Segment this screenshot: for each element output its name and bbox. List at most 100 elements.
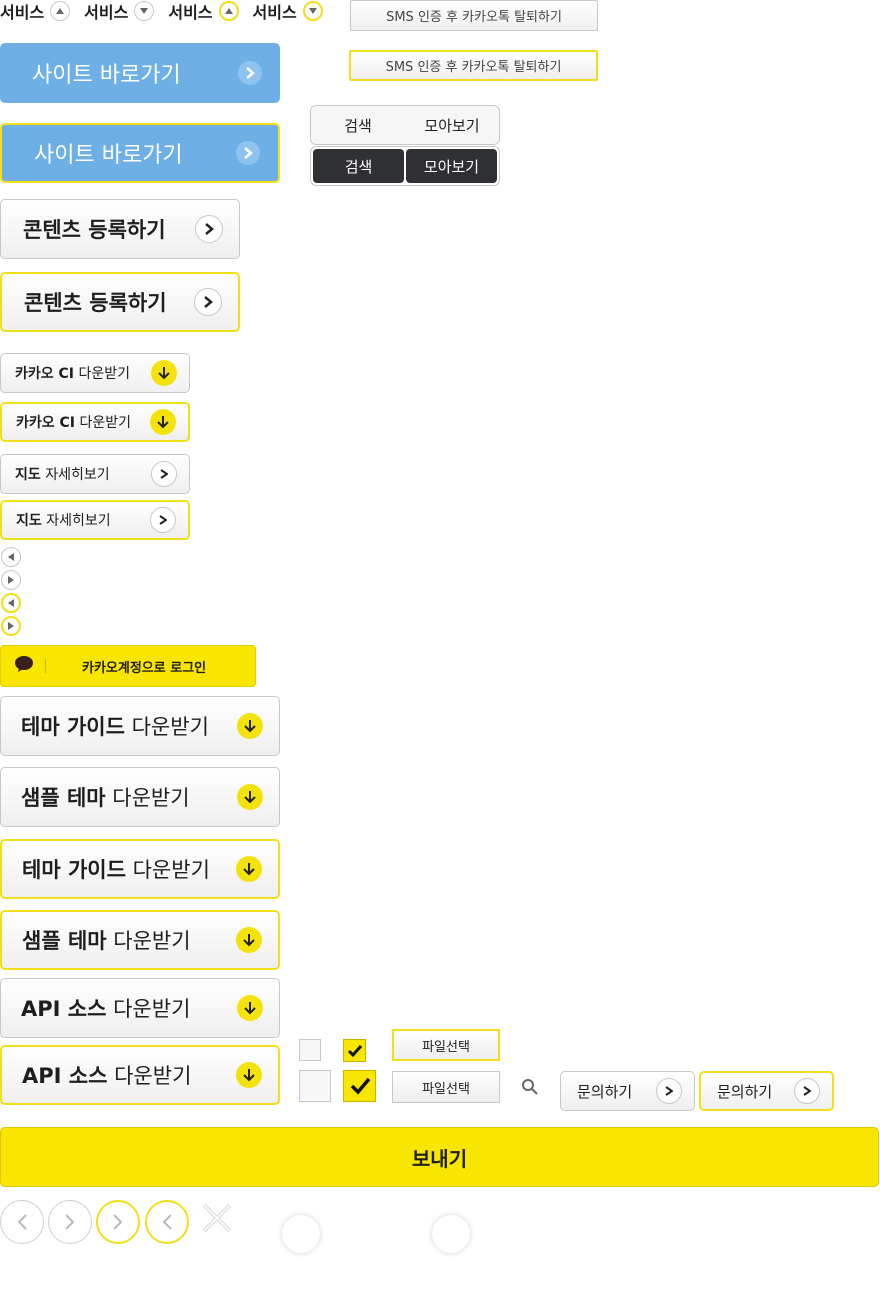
checkbox-checked-large[interactable] xyxy=(343,1070,376,1102)
caret-right-icon[interactable] xyxy=(1,570,21,590)
next-button[interactable] xyxy=(48,1200,92,1244)
label-bold: API 소스 xyxy=(22,1064,108,1088)
label-bold: API 소스 xyxy=(21,997,107,1021)
inquiry-button[interactable]: 문의하기 xyxy=(560,1071,695,1111)
caret-left-icon[interactable] xyxy=(1,593,21,613)
button-label: API 소스 다운받기 xyxy=(21,993,190,1023)
slider-knob[interactable] xyxy=(432,1215,470,1253)
tab-collect[interactable]: 모아보기 xyxy=(405,106,499,144)
service-label: 서비스 xyxy=(252,3,297,22)
tab-collect[interactable]: 모아보기 xyxy=(406,149,497,183)
tab-search[interactable]: 검색 xyxy=(311,106,405,144)
button-label: 샘플 테마 다운받기 xyxy=(21,782,190,812)
previous-button[interactable] xyxy=(0,1200,44,1244)
button-label: 사이트 바로가기 xyxy=(34,143,183,168)
checkbox-unchecked-large[interactable] xyxy=(299,1070,331,1102)
label-normal: 다운받기 xyxy=(79,415,131,431)
label-normal: 다운받기 xyxy=(113,997,191,1021)
sms-withdraw-button-focused[interactable]: SMS 인증 후 카카오톡 탈퇴하기 xyxy=(349,50,598,81)
api-source-download-button-focused[interactable]: API 소스 다운받기 xyxy=(0,1045,280,1105)
arrow-down-icon xyxy=(151,360,177,386)
ci-download-button-focused[interactable]: 카카오 CI 다운받기 xyxy=(0,402,190,442)
checkbox-unchecked[interactable] xyxy=(299,1039,321,1061)
caret-down-icon[interactable] xyxy=(302,1,323,21)
file-select-button-focused[interactable]: 파일선택 xyxy=(392,1029,500,1061)
sms-withdraw-button[interactable]: SMS 인증 후 카카오톡 탈퇴하기 xyxy=(350,0,598,31)
chevron-left-icon xyxy=(17,1214,27,1230)
label-normal: 자세히보기 xyxy=(46,513,111,529)
content-register-button-focused[interactable]: 콘텐츠 등록하기 xyxy=(0,272,240,332)
kakao-login-button[interactable]: 카카오계정으로 로그인 xyxy=(0,645,256,687)
button-label: 카카오 CI 다운받기 xyxy=(16,412,131,432)
chevron-right-icon xyxy=(656,1078,682,1104)
button-label: 지도 자세히보기 xyxy=(16,510,111,530)
arrow-down-icon xyxy=(236,927,262,953)
button-label: 테마 가이드 다운받기 xyxy=(21,711,209,741)
label-bold: 카카오 CI xyxy=(16,415,75,431)
chevron-right-icon xyxy=(65,1214,75,1230)
button-label: SMS 인증 후 카카오톡 탈퇴하기 xyxy=(386,10,562,25)
label-normal: 다운받기 xyxy=(131,715,209,739)
label-bold: 샘플 테마 xyxy=(21,786,106,810)
theme-guide-download-button-focused[interactable]: 테마 가이드 다운받기 xyxy=(0,839,280,899)
theme-guide-download-button[interactable]: 테마 가이드 다운받기 xyxy=(0,696,280,756)
chevron-right-icon xyxy=(194,288,222,316)
button-label: 보내기 xyxy=(411,1146,468,1171)
service-label: 서비스 xyxy=(84,3,129,22)
arrow-down-icon xyxy=(237,713,263,739)
next-button-focused[interactable] xyxy=(96,1200,140,1244)
map-detail-button-focused[interactable]: 지도 자세히보기 xyxy=(0,500,190,540)
arrow-down-icon xyxy=(237,784,263,810)
sample-theme-download-button[interactable]: 샘플 테마 다운받기 xyxy=(0,767,280,827)
search-icon[interactable] xyxy=(521,1078,539,1100)
map-detail-button[interactable]: 지도 자세히보기 xyxy=(0,454,190,494)
segment-control: 검색 모아보기 xyxy=(310,105,500,145)
send-button[interactable]: 보내기 xyxy=(0,1127,879,1187)
label-normal: 다운받기 xyxy=(114,1064,192,1088)
button-label: 카카오 CI 다운받기 xyxy=(15,363,130,383)
caret-down-icon[interactable] xyxy=(134,1,155,21)
service-label: 서비스 xyxy=(168,3,213,22)
arrow-down-icon xyxy=(150,409,176,435)
button-label: API 소스 다운받기 xyxy=(22,1060,191,1090)
site-link-button[interactable]: 사이트 바로가기 xyxy=(0,43,280,103)
button-label: 파일선택 xyxy=(422,1081,470,1097)
slider-knob[interactable] xyxy=(282,1215,320,1253)
label-bold: 테마 가이드 xyxy=(21,715,125,739)
checkbox-checked[interactable] xyxy=(343,1039,366,1062)
site-link-button-focused[interactable]: 사이트 바로가기 xyxy=(0,123,280,183)
file-select-button[interactable]: 파일선택 xyxy=(392,1071,500,1103)
arrow-down-icon xyxy=(236,1062,262,1088)
chevron-right-icon xyxy=(151,461,177,487)
label-normal: 다운받기 xyxy=(132,858,210,882)
button-label: 샘플 테마 다운받기 xyxy=(22,925,191,955)
previous-button-focused[interactable] xyxy=(145,1200,189,1244)
chevron-right-icon xyxy=(113,1214,123,1230)
label-normal: 다운받기 xyxy=(78,366,130,382)
segment-control-active: 검색 모아보기 xyxy=(310,146,500,186)
content-register-button[interactable]: 콘텐츠 등록하기 xyxy=(0,199,240,259)
label-bold: 테마 가이드 xyxy=(22,858,126,882)
inquiry-button-focused[interactable]: 문의하기 xyxy=(699,1071,834,1111)
close-icon[interactable] xyxy=(201,1202,233,1238)
sample-theme-download-button-focused[interactable]: 샘플 테마 다운받기 xyxy=(0,910,280,970)
label-normal: 자세히보기 xyxy=(45,467,110,483)
speech-bubble-icon xyxy=(15,656,33,676)
caret-left-icon[interactable] xyxy=(1,547,21,567)
tab-search[interactable]: 검색 xyxy=(313,149,404,183)
chevron-right-icon xyxy=(236,141,260,165)
button-label: 문의하기 xyxy=(717,1082,773,1101)
label-bold: 카카오 CI xyxy=(15,366,74,382)
chevron-right-icon xyxy=(195,215,223,243)
label-bold: 지도 xyxy=(16,513,42,529)
ci-download-button[interactable]: 카카오 CI 다운받기 xyxy=(0,353,190,393)
arrow-down-icon xyxy=(237,995,263,1021)
button-label: 문의하기 xyxy=(577,1082,633,1101)
arrow-down-icon xyxy=(236,856,262,882)
caret-up-icon[interactable] xyxy=(218,1,239,21)
caret-right-icon[interactable] xyxy=(1,616,21,636)
service-toggles: 서비스 서비스 서비스 서비스 xyxy=(0,0,323,22)
caret-up-icon[interactable] xyxy=(50,1,71,21)
button-label: 카카오계정으로 로그인 xyxy=(82,660,207,676)
api-source-download-button[interactable]: API 소스 다운받기 xyxy=(0,978,280,1038)
